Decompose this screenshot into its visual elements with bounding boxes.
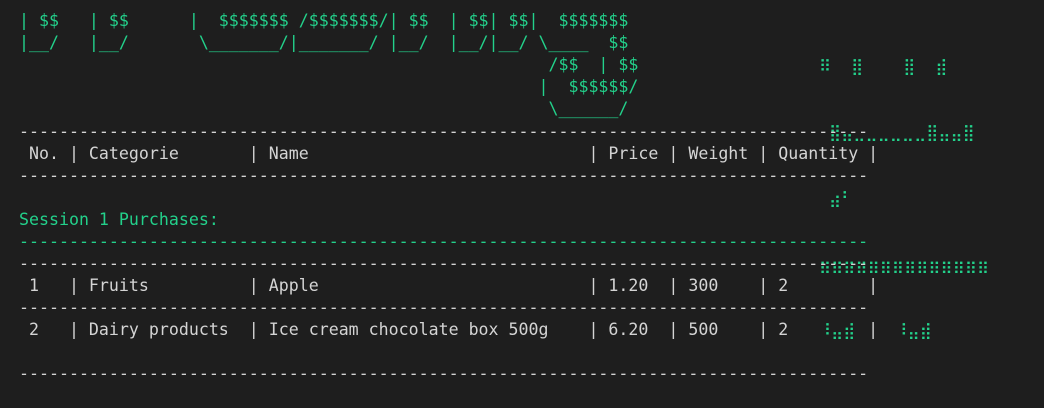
section-title: Session 1 Purchases: xyxy=(19,210,219,229)
ascii-logo-line-1: ⠿ ⣿ ⣿ ⣾ xyxy=(819,57,948,76)
banner-line-1: | $$ | $$ | $$$$$$$ /$$$$$$$/| $$ | $$| … xyxy=(19,11,629,30)
table-rule-row-sep: ----------------------------------------… xyxy=(19,298,869,317)
terminal-window[interactable]: | $$ | $$ | $$$$$$$ /$$$$$$$/| $$ | $$| … xyxy=(0,0,1044,408)
table-header: No. | Categorie | Name | Price | Weight … xyxy=(19,144,879,163)
banner-line-3: /$$ | $$ xyxy=(19,55,639,74)
table-rule-bottom: ----------------------------------------… xyxy=(19,364,869,383)
table-row: 2 | Dairy products | Ice cream chocolate… xyxy=(19,320,879,339)
ascii-logo-line-3: ⣴⠃ xyxy=(819,189,854,208)
table-row: 1 | Fruits | Apple | 1.20 | 300 | 2 | xyxy=(19,276,879,295)
banner-line-4: | $$$$$$/ xyxy=(19,77,639,96)
banner-line-5: \______/ xyxy=(19,99,629,118)
section-rule: ----------------------------------------… xyxy=(19,232,869,251)
banner-line-2: |__/ |__/ \_______/|_______/ |__/ |__/|_… xyxy=(19,33,629,52)
table-rule-header-bottom: ----------------------------------------… xyxy=(19,166,869,185)
table-rule-top: ----------------------------------------… xyxy=(19,122,869,141)
table-rule-rows-top: ----------------------------------------… xyxy=(19,254,869,273)
